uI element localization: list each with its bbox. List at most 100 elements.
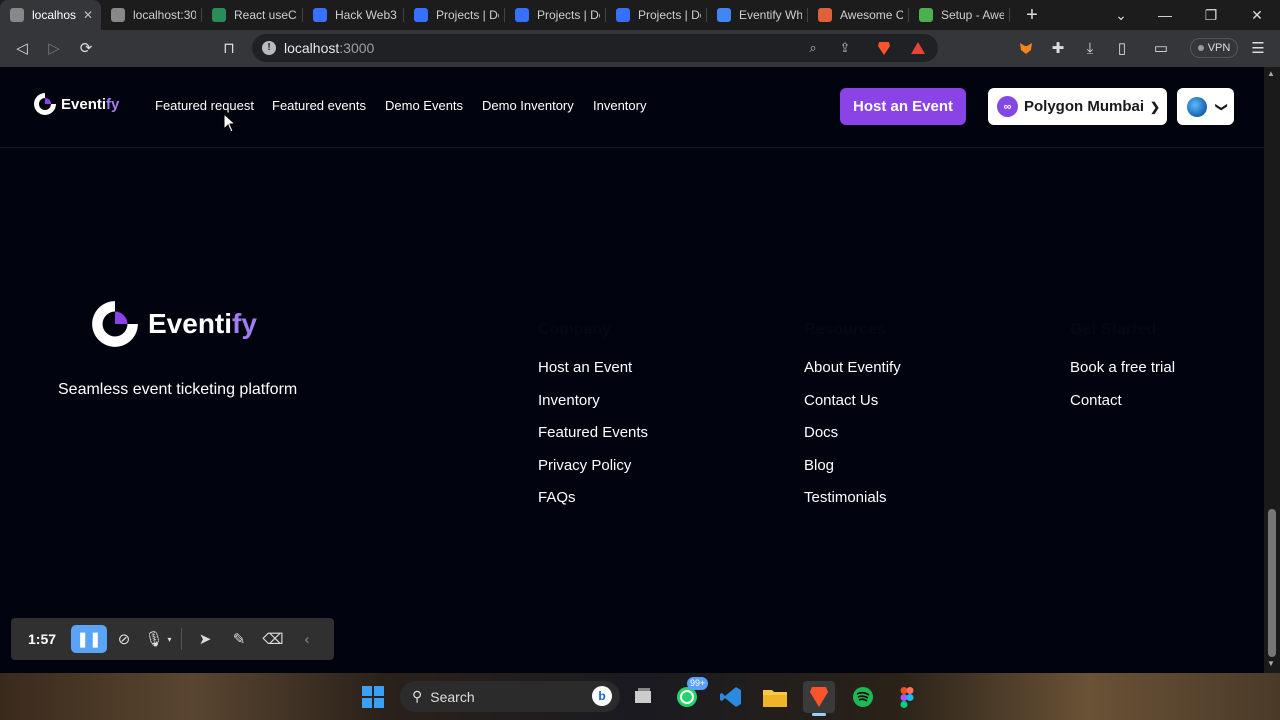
footer-link-contact-us[interactable]: Contact Us xyxy=(804,392,878,409)
scroll-down-icon[interactable]: ▼ xyxy=(1267,659,1275,668)
devfolio-icon xyxy=(313,8,327,22)
back-button[interactable]: ◁ xyxy=(9,36,35,60)
footer-link-featured-events[interactable]: Featured Events xyxy=(538,424,648,441)
footer-link-docs[interactable]: Docs xyxy=(804,424,838,441)
browser-tab-strip: localhos ✕ localhost:30 React useCo Hack Web… xyxy=(0,0,1280,30)
footer-link-host-event[interactable]: Host an Event xyxy=(538,359,632,376)
file-explorer-icon[interactable] xyxy=(759,681,791,713)
footer-link-free-trial[interactable]: Book a free trial xyxy=(1070,359,1175,376)
close-icon[interactable]: ✕ xyxy=(81,8,95,22)
brave-shields-icon[interactable] xyxy=(875,40,893,56)
url-text: localhost:3000 xyxy=(284,40,374,56)
scrollbar-thumb[interactable] xyxy=(1268,509,1276,657)
browser-tab[interactable]: Setup - Awe xyxy=(909,0,1010,30)
whatsapp-icon[interactable]: 99+ xyxy=(671,677,709,713)
brave-browser-icon[interactable] xyxy=(803,681,835,716)
nav-featured-request[interactable]: Featured request xyxy=(155,98,254,113)
sidebar-icon[interactable]: ▯ xyxy=(1109,36,1135,60)
chrome-icon xyxy=(919,8,933,22)
metamask-icon[interactable] xyxy=(1013,36,1039,60)
nav-demo-inventory[interactable]: Demo Inventory xyxy=(482,98,574,113)
avatar xyxy=(1187,96,1207,117)
tab-search-chevron-icon[interactable]: ⌄ xyxy=(1098,0,1144,30)
menu-icon[interactable]: ☰ xyxy=(1245,36,1271,60)
browser-tab[interactable]: localhos ✕ xyxy=(0,0,101,30)
tab-title: Projects | De xyxy=(537,8,600,22)
bing-icon[interactable]: b xyxy=(592,686,612,706)
browser-tab[interactable]: localhost:30 xyxy=(101,0,202,30)
zoom-icon[interactable]: ⌕ xyxy=(804,40,822,56)
awesome-icon xyxy=(818,8,832,22)
network-label: Polygon Mumbai xyxy=(1024,98,1144,115)
nav-featured-events[interactable]: Featured events xyxy=(272,98,366,113)
microphone-icon[interactable]: 🎙︎ ▾ xyxy=(141,625,175,653)
browser-tab[interactable]: Projects | De xyxy=(606,0,707,30)
pen-tool-icon[interactable]: ✎ xyxy=(222,625,256,653)
footer-brand-text: Eventify xyxy=(148,308,257,339)
host-event-button[interactable]: Host an Event xyxy=(840,88,966,125)
pointer-tool-icon[interactable]: ➤ xyxy=(188,625,222,653)
footer-logo[interactable]: Eventify xyxy=(88,297,257,351)
page-scrollbar[interactable]: ▲ ▼ xyxy=(1264,67,1280,673)
camera-off-icon[interactable]: ⊘ xyxy=(107,625,141,653)
page-viewport: Eventify Featured request Featured event… xyxy=(0,67,1280,673)
browser-tab[interactable]: Projects | De xyxy=(404,0,505,30)
tab-title: React useCo xyxy=(234,8,297,22)
browser-tab[interactable]: React useCo xyxy=(202,0,303,30)
footer-link-inventory[interactable]: Inventory xyxy=(538,392,600,409)
spotify-icon[interactable] xyxy=(847,681,879,713)
site-navbar: Eventify Featured request Featured event… xyxy=(0,67,1264,148)
downloads-icon[interactable]: ⤓ xyxy=(1077,36,1103,60)
site-info-icon[interactable]: ! xyxy=(262,41,276,55)
vscode-icon[interactable] xyxy=(715,681,747,713)
minimize-button[interactable]: — xyxy=(1142,0,1188,30)
footer-link-blog[interactable]: Blog xyxy=(804,457,834,474)
navbar-logo[interactable]: Eventify xyxy=(32,91,119,117)
nav-demo-events[interactable]: Demo Events xyxy=(385,98,463,113)
vpn-button[interactable]: VPN xyxy=(1190,38,1238,58)
footer-link-about[interactable]: About Eventify xyxy=(804,359,901,376)
pause-button[interactable]: ❚❚ xyxy=(71,625,107,653)
wallet-icon[interactable]: ▭ xyxy=(1148,36,1174,60)
footer-link-privacy-policy[interactable]: Privacy Policy xyxy=(538,457,631,474)
restore-button[interactable]: ❐ xyxy=(1188,0,1234,30)
browser-toolbar: ◁ ▷ ⟳ ⊓ ! localhost:3000 ⌕ ⇪ ✚ ⤓ ▯ ▭ VPN… xyxy=(0,30,1280,67)
devfolio-icon xyxy=(515,8,529,22)
address-bar[interactable]: ! localhost:3000 ⌕ ⇪ xyxy=(252,34,938,62)
eraser-tool-icon[interactable]: ⌫ xyxy=(256,625,290,653)
browser-tab[interactable]: Eventify Wh xyxy=(707,0,808,30)
nav-inventory[interactable]: Inventory xyxy=(593,98,646,113)
windows-start-icon[interactable] xyxy=(357,681,389,713)
tab-title: Eventify Wh xyxy=(739,8,802,22)
doc-icon xyxy=(717,8,731,22)
extensions-icon[interactable]: ✚ xyxy=(1045,36,1071,60)
bookmark-icon[interactable]: ⊓ xyxy=(216,36,242,60)
eventify-logo-icon xyxy=(92,301,138,347)
close-window-button[interactable]: ✕ xyxy=(1234,0,1280,30)
share-icon[interactable]: ⇪ xyxy=(836,40,854,56)
network-selector[interactable]: ∞ Polygon Mumbai ❯ xyxy=(988,88,1167,125)
brave-rewards-icon[interactable] xyxy=(909,40,927,56)
reload-button[interactable]: ⟳ xyxy=(73,36,99,60)
footer-link-faqs[interactable]: FAQs xyxy=(538,489,576,506)
footer-tagline: Seamless event ticketing platform xyxy=(58,381,298,398)
browser-tab[interactable]: Awesome C xyxy=(808,0,909,30)
task-view-icon[interactable] xyxy=(627,681,659,713)
url-host: localhost xyxy=(284,40,340,56)
screen-recorder-toolbar: 1:57 ❚❚ ⊘ 🎙︎ ▾ ➤ ✎ ⌫ ‹ xyxy=(11,618,334,660)
footer-heading-company: Company xyxy=(538,321,611,338)
navbar-brand-text: Eventify xyxy=(61,95,120,113)
forward-button[interactable]: ▷ xyxy=(41,36,67,60)
footer-link-contact[interactable]: Contact xyxy=(1070,392,1122,409)
browser-tab[interactable]: Hack Web3 xyxy=(303,0,404,30)
tab-title: localhost:30 xyxy=(133,8,196,22)
new-tab-button[interactable]: + xyxy=(1010,0,1054,30)
divider xyxy=(181,628,182,650)
footer-link-testimonials[interactable]: Testimonials xyxy=(804,489,887,506)
taskbar-search-box[interactable]: ⚲ Search b xyxy=(400,681,620,712)
account-button[interactable]: ❯ xyxy=(1177,88,1234,125)
collapse-icon[interactable]: ‹ xyxy=(290,625,324,653)
browser-tab[interactable]: Projects | De xyxy=(505,0,606,30)
scroll-up-icon[interactable]: ▲ xyxy=(1267,69,1275,78)
figma-icon[interactable] xyxy=(891,681,923,713)
